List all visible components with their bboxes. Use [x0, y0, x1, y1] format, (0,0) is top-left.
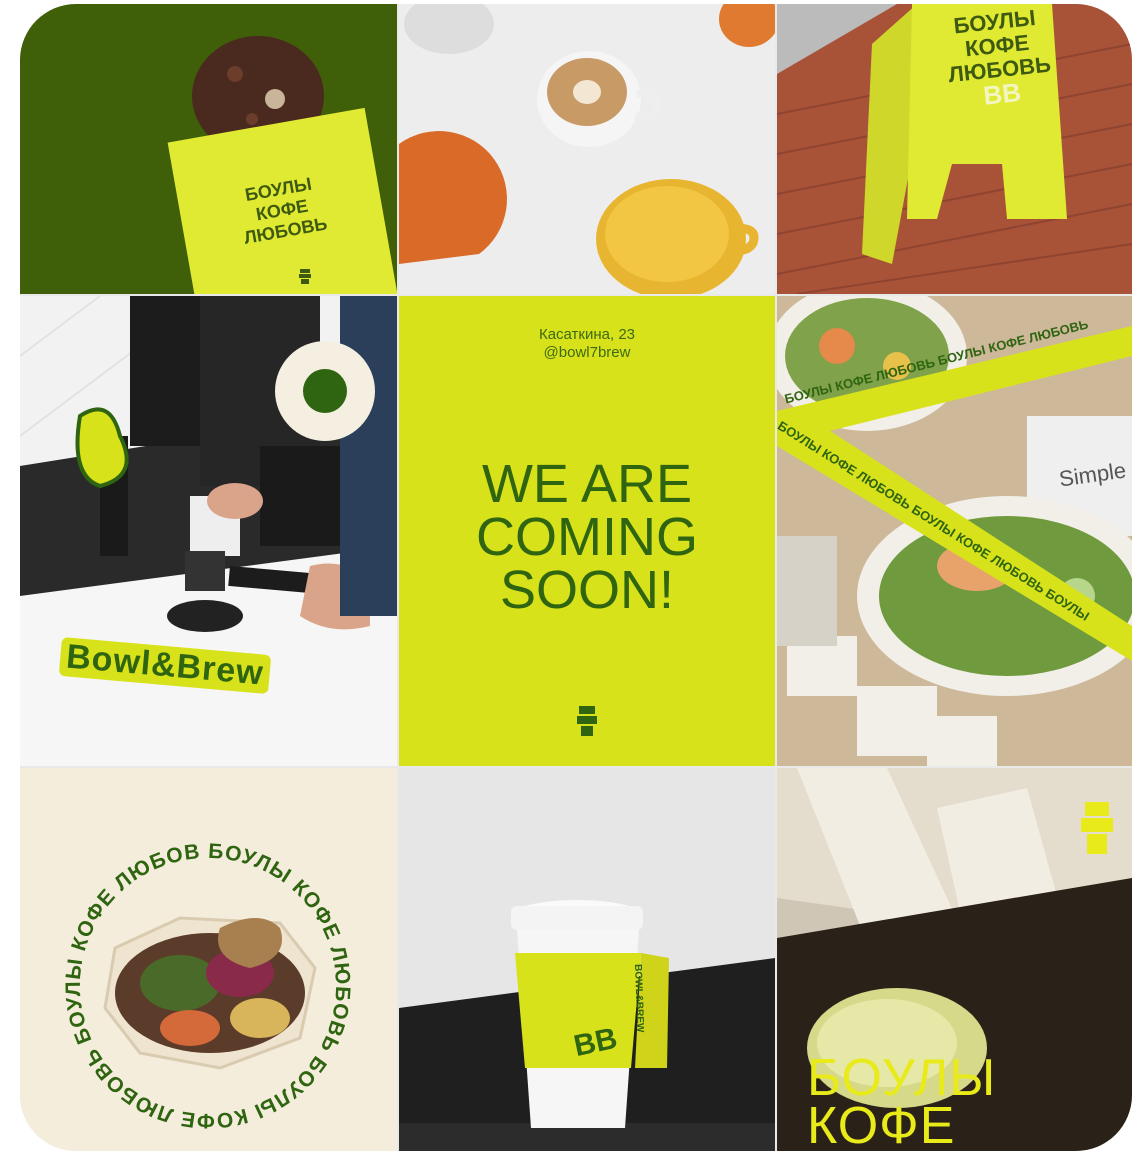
sign-text: БОУЛЫ КОФЕ ЛЮБОВЬ BB — [947, 4, 1052, 111]
bob-logo-icon — [1077, 798, 1117, 858]
sticker-badge — [282, 337, 366, 421]
tile-cookie-pouch: БОУЛЫ КОФЕ ЛЮБОВЬ — [20, 4, 397, 294]
tile-shadow-text: БОУЛЫ КОФЕ — [777, 768, 1132, 1151]
cookie-pouch-illustration — [20, 4, 397, 294]
mood-board-grid: БОУЛЫ КОФЕ ЛЮБОВЬ БОУЛЫ КОФЕ ЛЮБОВЬ BB B… — [20, 4, 1132, 1151]
tile-ring-bowl: БОУЛЫ КОФЕ ЛЮБОВЬ БОУЛЫ КОФЕ ЛЮБОВЬ БОУЛ… — [20, 768, 397, 1151]
tile-sidewalk-sign: БОУЛЫ КОФЕ ЛЮБОВЬ BB — [777, 4, 1132, 294]
address-text: Касаткина, 23 — [538, 326, 636, 343]
tile-coming-soon: Касаткина, 23 @bowl7brew WE ARE COMING S… — [399, 296, 775, 766]
tile-coffee-cups — [399, 4, 775, 294]
ring-text-path: БОУЛЫ КОФЕ ЛЮБОВЬ БОУЛЫ КОФЕ ЛЮБОВЬ БОУЛ… — [20, 768, 353, 1132]
bob-logo-icon — [298, 267, 312, 285]
coffee-cup-illustration — [399, 768, 775, 1151]
big-text-2: КОФЕ — [807, 1097, 956, 1151]
bob-logo-icon — [575, 704, 599, 738]
svg-text:БОУЛЫ КОФЕ ЛЮБОВЬ БОУЛЫ КОФЕ Л: БОУЛЫ КОФЕ ЛЮБОВЬ БОУЛЫ КОФЕ ЛЮБОВЬ БОУЛ… — [20, 768, 354, 1132]
big-text-1: БОУЛЫ — [807, 1049, 997, 1107]
coming-soon-panel: Касаткина, 23 @bowl7brew WE ARE COMING S… — [399, 296, 775, 766]
instagram-handle: @bowl7brew — [543, 344, 631, 361]
coming-soon-headline: WE ARE COMING SOON! — [476, 454, 698, 620]
coffee-cups-illustration — [399, 4, 775, 294]
ring-text: БОУЛЫ КОФЕ ЛЮБОВЬ БОУЛЫ КОФЕ ЛЮБОВЬ БОУЛ… — [20, 768, 354, 1132]
cup-text: BOWL&BREW — [632, 964, 646, 1033]
tile-coffee-cup: BB BOWL&BREW — [399, 768, 775, 1151]
tile-bowls-tape: БОУЛЫ КОФЕ ЛЮБОВЬ БОУЛЫ КОФЕ ЛЮБОВЬ БОУЛ… — [777, 296, 1132, 766]
address-block: Касаткина, 23 @bowl7brew — [399, 326, 775, 362]
tile-barista: Bowl&Brew — [20, 296, 397, 766]
